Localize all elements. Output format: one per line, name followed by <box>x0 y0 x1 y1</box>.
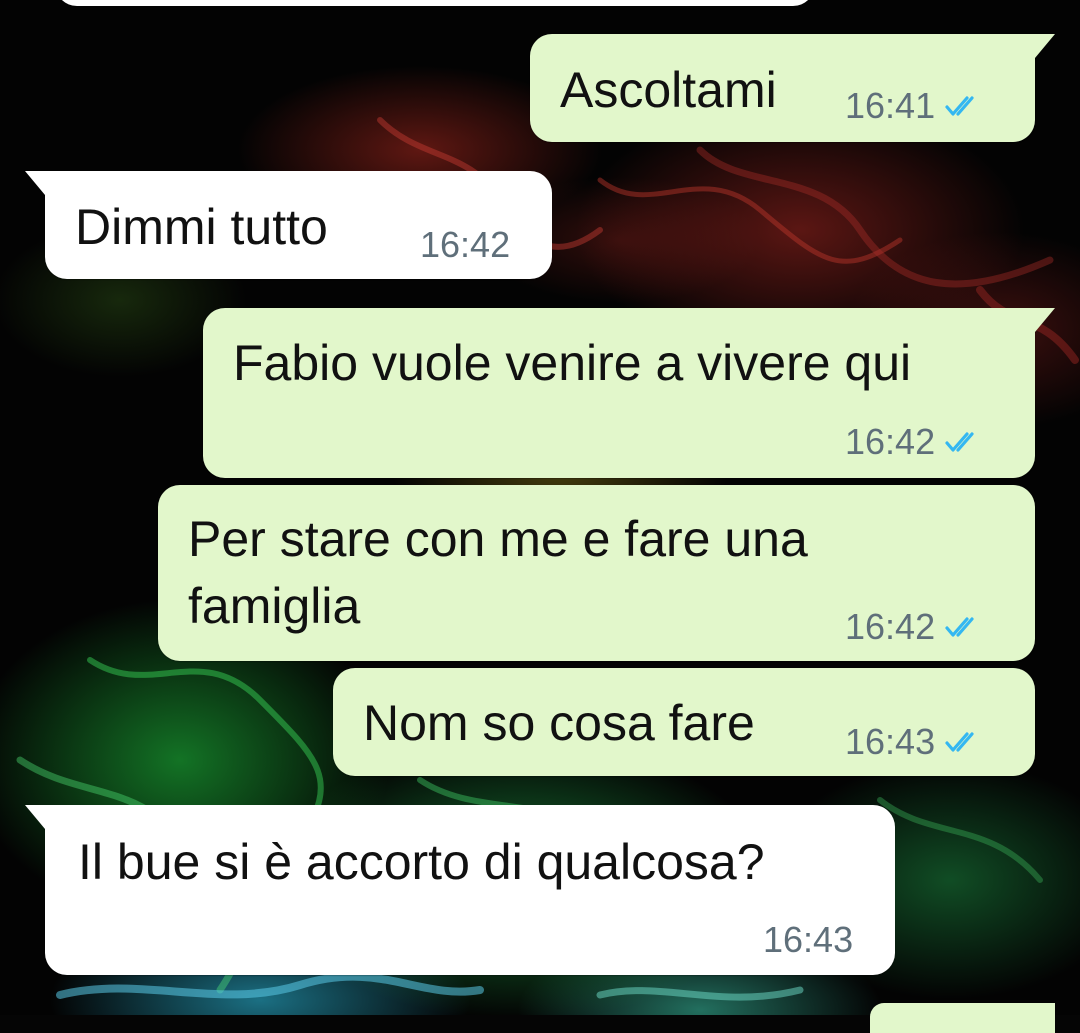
message-text: Dimmi tutto <box>75 199 328 255</box>
message-time: 16:43 <box>845 721 936 762</box>
message-meta: 16:43 <box>845 722 985 762</box>
message-text: Fabio vuole venire a vivere qui <box>233 335 912 391</box>
message-meta: 16:42 <box>845 422 985 462</box>
message-text: Il bue si è accorto di qualcosa? <box>78 834 765 890</box>
double-check-icon <box>945 96 974 116</box>
message-meta: 16:42 <box>420 225 510 265</box>
message-meta: 16:42 <box>845 607 985 647</box>
double-check-icon <box>945 617 974 637</box>
message-meta: 16:43 <box>763 920 853 960</box>
message-bubble-outgoing[interactable]: Fabio vuole venire a vivere qui 16:42 <box>203 308 1055 478</box>
message-time: 16:42 <box>845 606 936 647</box>
message-time: 16:42 <box>845 421 936 462</box>
previous-message-bubble-partial[interactable] <box>55 0 815 6</box>
message-bubble-outgoing[interactable]: Nom so cosa fare 16:43 <box>333 668 1035 776</box>
message-time: 16:41 <box>845 85 936 126</box>
message-text: Ascoltami <box>560 62 777 118</box>
message-bubble-outgoing[interactable]: Per stare con me e fare una famiglia 16:… <box>158 485 1035 661</box>
message-text-line-1: Per stare con me e fare una <box>188 511 808 567</box>
message-time: 16:42 <box>420 224 511 265</box>
message-meta: 16:41 <box>845 86 985 126</box>
message-text-line-2: famiglia <box>188 578 361 634</box>
message-time: 16:43 <box>763 919 854 960</box>
message-bubble-outgoing[interactable]: Ascoltami 16:41 <box>530 34 1055 142</box>
message-text: Nom so cosa fare <box>363 695 755 751</box>
message-bubble-incoming[interactable]: Dimmi tutto 16:42 <box>25 171 552 279</box>
double-check-icon <box>945 732 974 752</box>
double-check-icon <box>945 432 974 452</box>
message-bubble-incoming[interactable]: Il bue si è accorto di qualcosa? 16:43 <box>25 805 895 975</box>
next-message-bubble-partial[interactable] <box>870 1003 1055 1033</box>
